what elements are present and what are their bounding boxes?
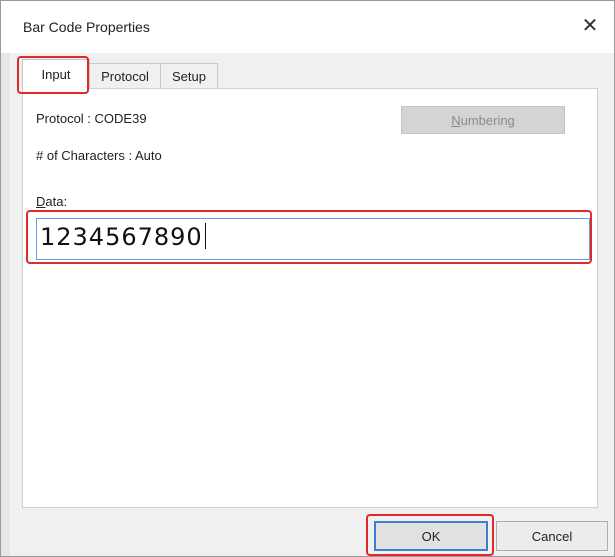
characters-label: # of Characters : Auto bbox=[36, 148, 162, 163]
cancel-button[interactable]: Cancel bbox=[496, 521, 608, 551]
window-edge bbox=[1, 53, 10, 556]
protocol-label: Protocol : CODE39 bbox=[36, 111, 147, 126]
data-input[interactable]: 1234567890 bbox=[36, 218, 590, 260]
window-title: Bar Code Properties bbox=[23, 19, 150, 35]
input-tab-panel: Protocol : CODE39 Numbering # of Charact… bbox=[22, 88, 598, 508]
numbering-label: umbering bbox=[460, 112, 515, 128]
tab-setup[interactable]: Setup bbox=[160, 63, 218, 88]
numbering-button[interactable]: Numbering bbox=[401, 106, 565, 134]
numbering-mnemonic: N bbox=[451, 112, 461, 128]
text-caret bbox=[204, 223, 206, 249]
tab-input[interactable]: Input bbox=[22, 59, 90, 89]
bar-code-properties-dialog: Bar Code Properties ✕ Input Protocol Set… bbox=[0, 0, 615, 557]
close-icon[interactable]: ✕ bbox=[576, 11, 604, 39]
data-label: Data: bbox=[36, 194, 67, 209]
data-label-text: ata: bbox=[45, 194, 68, 209]
title-bar: Bar Code Properties ✕ bbox=[1, 1, 614, 53]
data-value: 1234567890 bbox=[40, 223, 203, 251]
ok-button[interactable]: OK bbox=[374, 521, 488, 551]
data-mnemonic: D bbox=[36, 194, 46, 209]
tab-protocol[interactable]: Protocol bbox=[88, 63, 162, 88]
